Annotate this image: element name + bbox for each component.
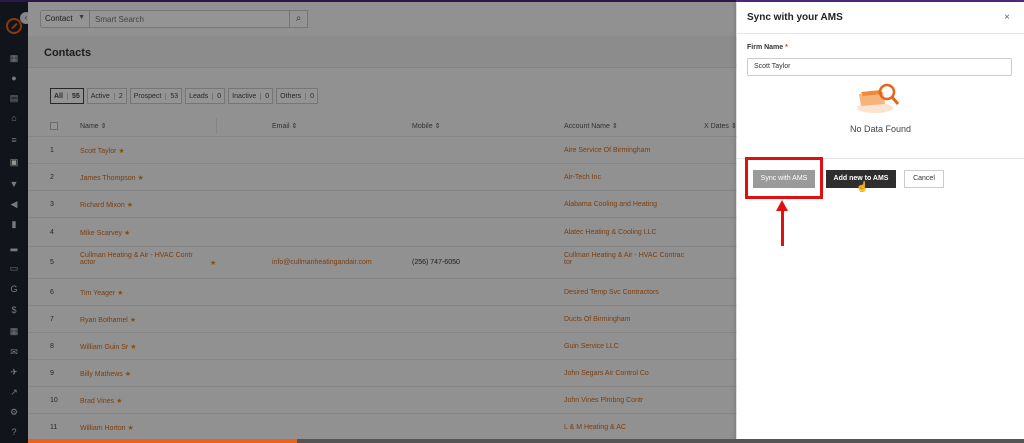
modal-backdrop[interactable] — [0, 0, 736, 443]
highlight-annotation-box — [745, 157, 823, 199]
video-progress-bar[interactable] — [28, 439, 1024, 443]
required-marker: * — [785, 44, 788, 51]
panel-header: Sync with your AMS × — [737, 2, 1024, 34]
panel-title: Sync with your AMS — [747, 12, 843, 23]
close-icon[interactable]: × — [1004, 12, 1010, 23]
no-data-illustration-icon — [857, 83, 900, 113]
firm-name-label-text: Firm Name — [747, 44, 784, 51]
cancel-button[interactable]: Cancel — [904, 170, 944, 188]
sync-ams-panel: Sync with your AMS × Firm Name * Scott T… — [737, 2, 1024, 443]
annotation-arrow-shaft — [781, 210, 784, 246]
no-data-message: No Data Found — [849, 124, 912, 134]
hand-cursor-icon: ☝ — [856, 182, 869, 193]
app-window: ‹ ▦ ● ▤ ⌂ ≡ ▣ ▼ ◀ ▮ ▂ ▭ G $ ▦ ✉ ✈ ↗ ⚙ ? … — [0, 0, 1024, 443]
firm-name-input[interactable]: Scott Taylor — [747, 58, 1012, 76]
firm-name-label: Firm Name * — [747, 44, 788, 51]
video-progress-fill — [28, 439, 297, 443]
